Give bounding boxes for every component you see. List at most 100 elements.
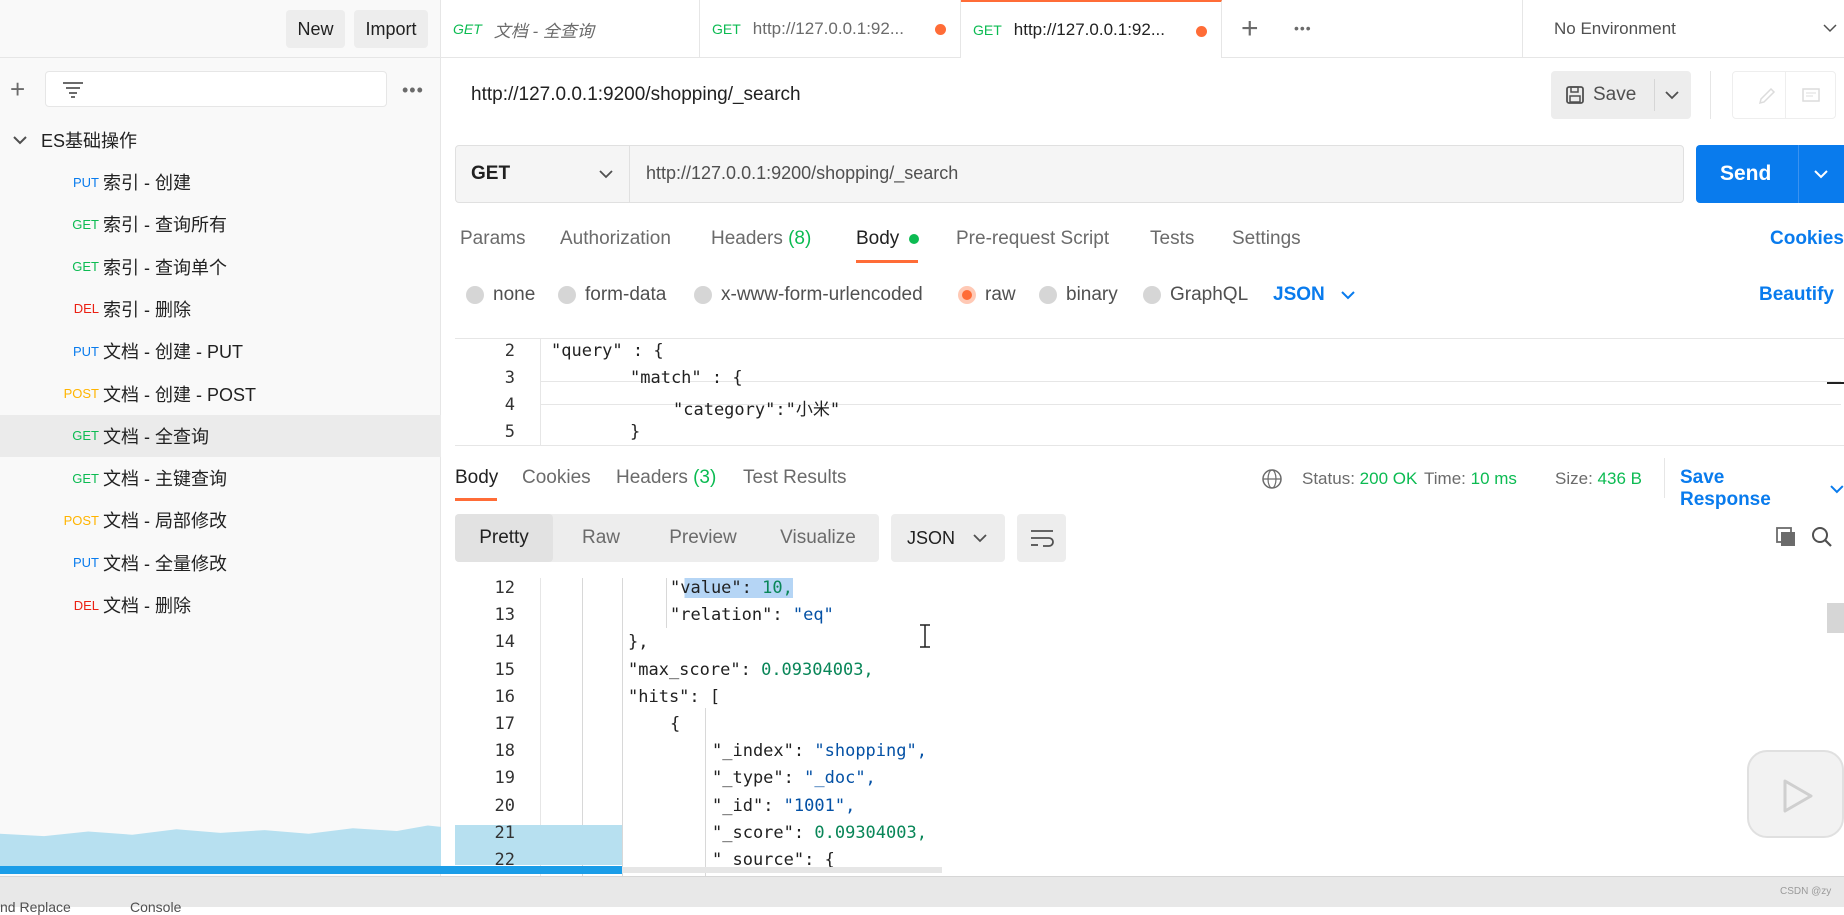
- radio-graphql[interactable]: GraphQL: [1143, 284, 1248, 306]
- tab-pre-request-script[interactable]: Pre-request Script: [956, 228, 1109, 250]
- view-pretty-button[interactable]: Pretty: [455, 514, 553, 562]
- request-title[interactable]: http://127.0.0.1:9200/shopping/_search: [471, 84, 801, 106]
- sidebar-request-item[interactable]: GET 文档 - 主键查询: [0, 457, 441, 499]
- sidebar-request-item[interactable]: PUT 文档 - 全量修改: [0, 542, 441, 584]
- import-button[interactable]: Import: [354, 10, 428, 48]
- radio-urlencoded[interactable]: x-www-form-urlencoded: [694, 284, 923, 306]
- globe-icon[interactable]: [1261, 468, 1283, 490]
- response-tab-test-results[interactable]: Test Results: [743, 467, 846, 489]
- json-value: 0.09304003,: [761, 659, 874, 680]
- sidebar-request-item[interactable]: DEL 文档 - 删除: [0, 584, 441, 626]
- video-play-widget[interactable]: [1747, 750, 1844, 838]
- cookies-link[interactable]: Cookies: [1770, 228, 1844, 250]
- active-tab-indicator: [455, 498, 497, 501]
- size-value: 436 B: [1597, 469, 1642, 488]
- radio-none[interactable]: none: [466, 284, 535, 306]
- sidebar-request-item[interactable]: GET 文档 - 全查询: [0, 414, 441, 457]
- chevron-down-icon[interactable]: [1665, 91, 1679, 100]
- line-number: 13: [494, 605, 515, 626]
- request-name: 索引 - 删除: [103, 299, 191, 320]
- radio-label: GraphQL: [1170, 284, 1249, 305]
- radio-raw[interactable]: raw: [958, 284, 1016, 306]
- response-code-line: {: [670, 714, 680, 734]
- side-panel-buttons: [1732, 71, 1836, 119]
- scrollbar-thumb[interactable]: [1827, 603, 1844, 633]
- view-raw-button[interactable]: Raw: [553, 514, 649, 562]
- sidebar-request-item[interactable]: DEL 索引 - 删除: [0, 288, 441, 330]
- filter-input[interactable]: [45, 71, 387, 107]
- save-icon: [1566, 86, 1584, 104]
- response-tab-headers[interactable]: Headers (3): [616, 467, 716, 489]
- tab-body[interactable]: Body: [856, 228, 919, 250]
- response-time[interactable]: Time: 10 ms: [1424, 469, 1517, 489]
- watermark: CSDN @zy: [1780, 886, 1832, 897]
- code-line: "match" : {: [630, 368, 743, 388]
- json-value: },: [628, 632, 649, 653]
- body-format-select[interactable]: JSON: [1273, 284, 1355, 306]
- find-replace-label[interactable]: nd Replace: [0, 899, 71, 915]
- response-format-select[interactable]: JSON: [891, 514, 1005, 562]
- response-code-line: "_index": "shopping",: [712, 741, 927, 762]
- response-status[interactable]: Status: 200 OK: [1302, 469, 1417, 489]
- line-number: 3: [504, 368, 515, 388]
- method-select[interactable]: GET: [456, 146, 630, 202]
- comment-icon[interactable]: [1801, 86, 1821, 106]
- response-tab-cookies[interactable]: Cookies: [522, 467, 591, 489]
- response-code-line: "hits": [: [628, 686, 721, 707]
- console-label[interactable]: Console: [130, 899, 181, 915]
- sidebar-request-item[interactable]: POST 文档 - 局部修改: [0, 499, 441, 541]
- more-options-icon[interactable]: •••: [402, 80, 424, 101]
- radio-label: raw: [985, 284, 1016, 305]
- horizontal-scrollbar[interactable]: [622, 867, 942, 873]
- tab-request-3[interactable]: GET http://127.0.0.1:92...: [961, 0, 1222, 58]
- video-progress-bar[interactable]: [0, 866, 622, 874]
- new-tab-icon[interactable]: +: [1241, 12, 1259, 46]
- response-size[interactable]: Size: 436 B: [1555, 469, 1642, 489]
- environment-select[interactable]: No Environment: [1522, 0, 1844, 58]
- copy-icon[interactable]: [1775, 526, 1797, 548]
- collection-folder[interactable]: ES基础操作: [0, 119, 441, 161]
- code-line: "category":"小米": [673, 400, 841, 420]
- response-view-toggle: Pretty Raw Preview Visualize: [455, 514, 879, 562]
- edit-icon[interactable]: [1757, 86, 1777, 106]
- tab-params[interactable]: Params: [460, 228, 525, 250]
- tab-request-1[interactable]: GET 文档 - 全查询: [441, 0, 700, 58]
- view-visualize-button[interactable]: Visualize: [757, 514, 879, 562]
- response-headers-label: Headers: [616, 467, 688, 488]
- response-body-viewer[interactable]: 12 "value": 10, 13 "relation": "eq" 14}, 15 "m…: [455, 578, 1844, 878]
- view-preview-button[interactable]: Preview: [649, 514, 757, 562]
- tab-tests[interactable]: Tests: [1150, 228, 1194, 250]
- method-label: GET: [471, 163, 511, 184]
- sidebar-request-item[interactable]: PUT 索引 - 创建: [0, 161, 441, 203]
- url-input[interactable]: http://127.0.0.1:9200/shopping/_search: [646, 163, 958, 184]
- unsaved-dot-icon: [1196, 26, 1207, 37]
- sidebar-request-item[interactable]: PUT 文档 - 创建 - PUT: [0, 330, 441, 372]
- add-collection-icon[interactable]: +: [10, 76, 25, 102]
- sidebar: New Import + ••• ES基础操作 PUT 索引 - 创建 GET 索引 …: [0, 0, 441, 907]
- save-button[interactable]: Save: [1551, 71, 1654, 119]
- sidebar-request-item[interactable]: POST 文档 - 创建 - POST: [0, 373, 441, 415]
- sidebar-request-item[interactable]: GET 索引 - 查询所有: [0, 203, 441, 245]
- size-label: Size:: [1555, 469, 1593, 488]
- search-icon[interactable]: [1811, 526, 1833, 548]
- sidebar-request-item[interactable]: GET 索引 - 查询单个: [0, 246, 441, 288]
- wrap-lines-button[interactable]: [1017, 514, 1066, 562]
- tab-headers[interactable]: Headers (8): [711, 228, 811, 250]
- video-waveform: [0, 825, 441, 866]
- save-response-button[interactable]: Save Response: [1680, 467, 1844, 511]
- tab-request-2[interactable]: GET http://127.0.0.1:92...: [700, 0, 961, 58]
- new-button[interactable]: New: [286, 10, 345, 48]
- beautify-link[interactable]: Beautify: [1759, 284, 1834, 306]
- radio-circle: [1143, 286, 1161, 304]
- json-key: "_score": [712, 822, 794, 843]
- tab-authorization[interactable]: Authorization: [560, 228, 671, 250]
- request-body-editor[interactable]: 2 "query" : { 3 "match" : { 4 "category"…: [455, 338, 1844, 446]
- tab-more-icon[interactable]: •••: [1294, 20, 1312, 36]
- tab-bar: GET 文档 - 全查询 GET http://127.0.0.1:92... …: [441, 0, 1844, 58]
- body-active-dot-icon: [908, 233, 919, 244]
- radio-form-data[interactable]: form-data: [558, 284, 666, 306]
- send-button[interactable]: Send: [1696, 145, 1844, 203]
- radio-binary[interactable]: binary: [1039, 284, 1118, 306]
- response-tab-body[interactable]: Body: [455, 467, 498, 489]
- tab-settings[interactable]: Settings: [1232, 228, 1301, 250]
